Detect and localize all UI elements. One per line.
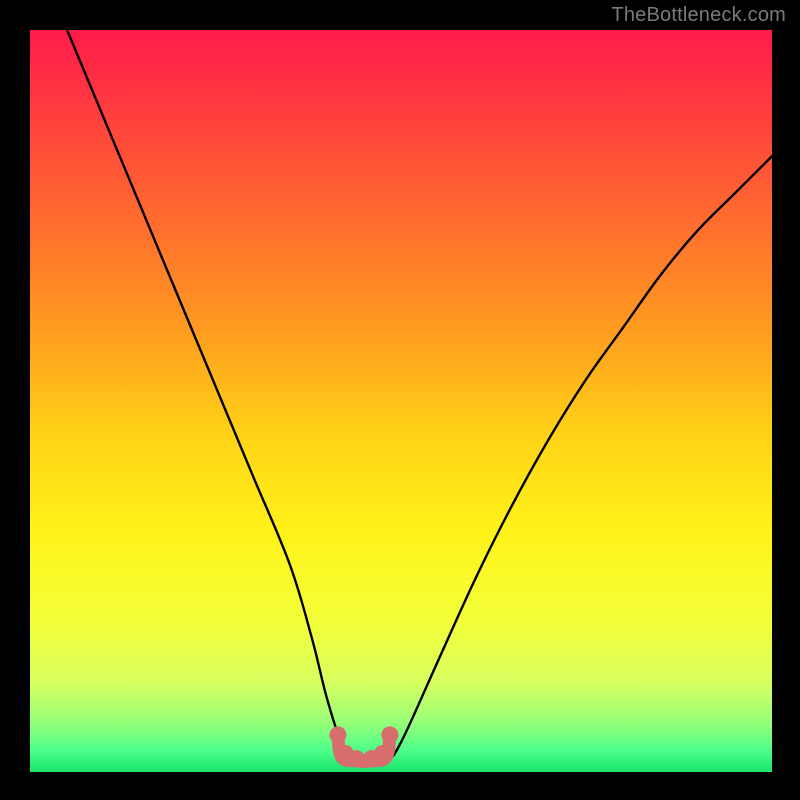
gradient-background [30,30,772,772]
optimal-dot [381,726,398,743]
chart-frame: TheBottleneck.com [0,0,800,800]
plot-area [30,30,772,772]
watermark-label: TheBottleneck.com [611,4,786,27]
optimal-dot [329,726,346,743]
chart-svg [30,30,772,772]
optimal-dot [348,750,365,767]
optimal-dot [374,745,391,762]
